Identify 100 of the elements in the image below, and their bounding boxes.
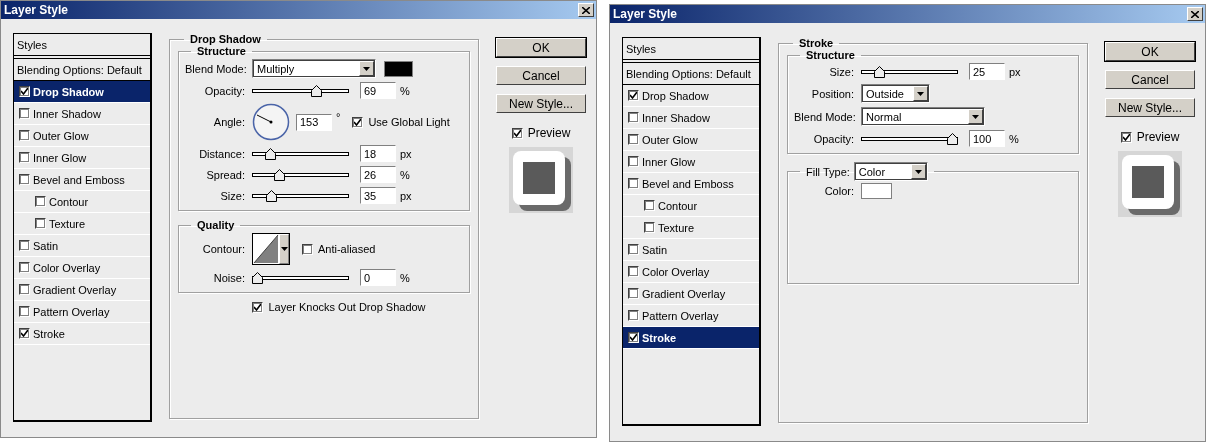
slider[interactable] xyxy=(861,64,958,79)
color-swatch[interactable] xyxy=(384,60,413,77)
slider[interactable] xyxy=(252,146,349,161)
unit-label: % xyxy=(400,168,410,181)
checkbox[interactable] xyxy=(19,306,30,317)
dialog-button[interactable]: New Style... xyxy=(1105,98,1195,117)
number-field[interactable]: 100 xyxy=(969,130,1005,147)
checkbox[interactable] xyxy=(19,328,30,339)
blending-options-item[interactable]: Blending Options: Default xyxy=(623,63,759,85)
style-list-item[interactable]: Bevel and Emboss xyxy=(623,173,759,195)
checkbox[interactable] xyxy=(19,262,30,273)
number-field[interactable]: 69 xyxy=(360,82,396,99)
checkbox[interactable] xyxy=(352,116,364,128)
slider-thumb[interactable] xyxy=(274,168,286,181)
slider[interactable] xyxy=(861,131,958,146)
slider[interactable] xyxy=(252,188,349,203)
checkbox[interactable] xyxy=(35,218,46,229)
number-field[interactable]: 25 xyxy=(969,63,1005,80)
style-list-item[interactable]: Drop Shadow xyxy=(623,85,759,107)
style-list-item[interactable]: Gradient Overlay xyxy=(623,283,759,305)
color-swatch[interactable] xyxy=(861,183,892,199)
group-title: Structure xyxy=(805,49,856,61)
checkbox[interactable] xyxy=(511,127,523,139)
dropdown[interactable]: Color xyxy=(853,162,928,181)
checkbox[interactable] xyxy=(19,284,30,295)
number-field[interactable]: 153 xyxy=(296,113,332,131)
close-button[interactable] xyxy=(578,3,594,17)
number-field[interactable]: 26 xyxy=(360,166,396,183)
dialog-button[interactable]: New Style... xyxy=(496,94,586,113)
style-list-item[interactable]: Inner Glow xyxy=(623,151,759,173)
dialog-button[interactable]: OK xyxy=(496,38,586,57)
style-list-item[interactable]: Stroke xyxy=(14,323,150,345)
style-list-item[interactable]: Texture xyxy=(14,213,150,235)
checkbox[interactable] xyxy=(644,222,655,233)
style-list-item[interactable]: Outer Glow xyxy=(14,125,150,147)
checkbox[interactable] xyxy=(19,174,30,185)
styles-header[interactable]: Styles xyxy=(14,34,150,59)
checkbox[interactable] xyxy=(19,152,30,163)
checkbox[interactable] xyxy=(19,240,30,251)
checkbox[interactable] xyxy=(628,310,639,321)
checkbox[interactable] xyxy=(1120,131,1132,143)
style-list-item[interactable]: Bevel and Emboss xyxy=(14,169,150,191)
contour-picker[interactable] xyxy=(252,233,290,265)
styles-header[interactable]: Styles xyxy=(623,38,759,63)
number-field[interactable]: 35 xyxy=(360,187,396,204)
number-field[interactable]: 0 xyxy=(360,269,396,286)
angle-dial[interactable] xyxy=(252,103,290,141)
checkbox[interactable] xyxy=(628,112,639,123)
style-list-item[interactable]: Stroke xyxy=(623,327,759,349)
checkbox[interactable] xyxy=(628,332,639,343)
style-list-item[interactable]: Contour xyxy=(623,195,759,217)
checkbox[interactable] xyxy=(628,156,639,167)
checkbox[interactable] xyxy=(628,90,639,101)
checkbox[interactable] xyxy=(628,266,639,277)
slider-thumb[interactable] xyxy=(873,65,885,78)
checkbox[interactable] xyxy=(628,134,639,145)
style-list-item[interactable]: Pattern Overlay xyxy=(14,301,150,323)
checkbox[interactable] xyxy=(628,178,639,189)
style-list-item[interactable]: Texture xyxy=(623,217,759,239)
style-list-item[interactable]: Outer Glow xyxy=(623,129,759,151)
slider-thumb[interactable] xyxy=(264,147,276,160)
checkbox[interactable] xyxy=(19,130,30,141)
checkbox[interactable] xyxy=(302,243,313,255)
style-list-item[interactable]: Gradient Overlay xyxy=(14,279,150,301)
checkbox[interactable] xyxy=(19,108,30,119)
field-label: Contour: xyxy=(201,243,245,255)
slider[interactable] xyxy=(252,270,349,285)
style-list-item[interactable]: Color Overlay xyxy=(14,257,150,279)
dialog-button[interactable]: OK xyxy=(1105,42,1195,61)
slider[interactable] xyxy=(252,167,349,182)
slider[interactable] xyxy=(252,83,349,98)
checkbox[interactable] xyxy=(628,288,639,299)
style-list-item[interactable]: Contour xyxy=(14,191,150,213)
number-field[interactable]: 18 xyxy=(360,145,396,162)
dropdown[interactable]: Multiply xyxy=(252,59,376,78)
slider-thumb[interactable] xyxy=(252,271,263,284)
style-list-item[interactable]: Satin xyxy=(14,235,150,257)
style-list-item[interactable]: Inner Shadow xyxy=(623,107,759,129)
slider-thumb[interactable] xyxy=(311,84,323,97)
dialog-button[interactable]: Cancel xyxy=(496,66,586,85)
checkbox-label: Preview xyxy=(527,126,571,140)
checkbox[interactable] xyxy=(19,86,30,97)
style-list-item[interactable]: Satin xyxy=(623,239,759,261)
dialog-button[interactable]: Cancel xyxy=(1105,70,1195,89)
slider-thumb[interactable] xyxy=(947,132,958,145)
checkbox[interactable] xyxy=(252,301,264,313)
style-list-item[interactable]: Inner Glow xyxy=(14,147,150,169)
close-button[interactable] xyxy=(1187,7,1203,21)
checkbox[interactable] xyxy=(628,244,639,255)
checkbox[interactable] xyxy=(644,200,655,211)
dropdown[interactable]: Outside xyxy=(861,84,930,103)
slider-thumb[interactable] xyxy=(265,189,277,202)
preview-thumbnail xyxy=(1118,151,1182,217)
style-list-item[interactable]: Inner Shadow xyxy=(14,103,150,125)
dropdown[interactable]: Normal xyxy=(861,107,985,126)
caret-icon xyxy=(917,91,924,96)
style-list-item[interactable]: Color Overlay xyxy=(623,261,759,283)
style-list-item[interactable]: Drop Shadow xyxy=(14,81,150,103)
field-label: Opacity: xyxy=(203,84,245,97)
checkbox[interactable] xyxy=(35,196,46,207)
